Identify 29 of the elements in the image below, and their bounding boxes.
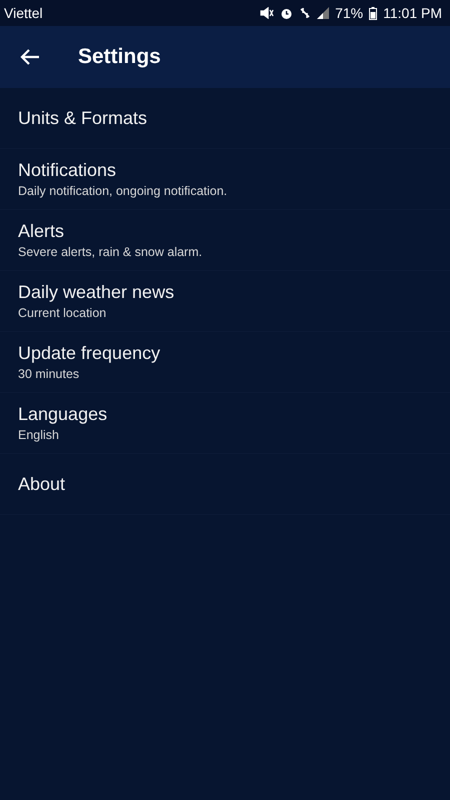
item-title: Notifications	[18, 160, 118, 181]
battery-percentage: 71%	[335, 5, 364, 21]
back-button[interactable]	[20, 48, 40, 66]
item-subtitle: Severe alerts, rain & snow alarm.	[18, 245, 204, 259]
item-subtitle: 30 minutes	[18, 367, 80, 381]
settings-item[interactable]: Units & Formats	[0, 88, 450, 149]
item-subtitle: English	[18, 428, 60, 442]
item-title: Units & Formats	[18, 108, 148, 128]
item-title: Alerts	[18, 221, 66, 242]
clock-time: 11:01 PM	[383, 5, 442, 21]
item-subtitle: Daily notification, ongoing notification.	[18, 184, 228, 198]
item-subtitle: Current location	[18, 306, 108, 320]
settings-item[interactable]: About	[0, 454, 450, 515]
item-title: Update frequency	[18, 343, 162, 364]
item-title: About	[18, 474, 66, 494]
mute-icon	[260, 7, 274, 19]
back-arrow-icon	[20, 48, 40, 66]
carrier-name: Viettel	[4, 5, 43, 21]
battery-icon	[369, 6, 378, 20]
settings-item[interactable]: Daily weather news Current location	[0, 271, 450, 332]
settings-item[interactable]: Alerts Severe alerts, rain & snow alarm.	[0, 210, 450, 271]
settings-item[interactable]: Languages English	[0, 393, 450, 454]
settings-item[interactable]: Update frequency 30 minutes	[0, 332, 450, 393]
alarm-icon	[280, 6, 294, 20]
item-title: Daily weather news	[18, 282, 176, 303]
screen-title: Settings	[78, 45, 161, 69]
item-title: Languages	[18, 404, 108, 425]
settings-item[interactable]: Notifications Daily notification, ongoing notification.	[0, 149, 450, 210]
signal-icon	[317, 7, 330, 19]
